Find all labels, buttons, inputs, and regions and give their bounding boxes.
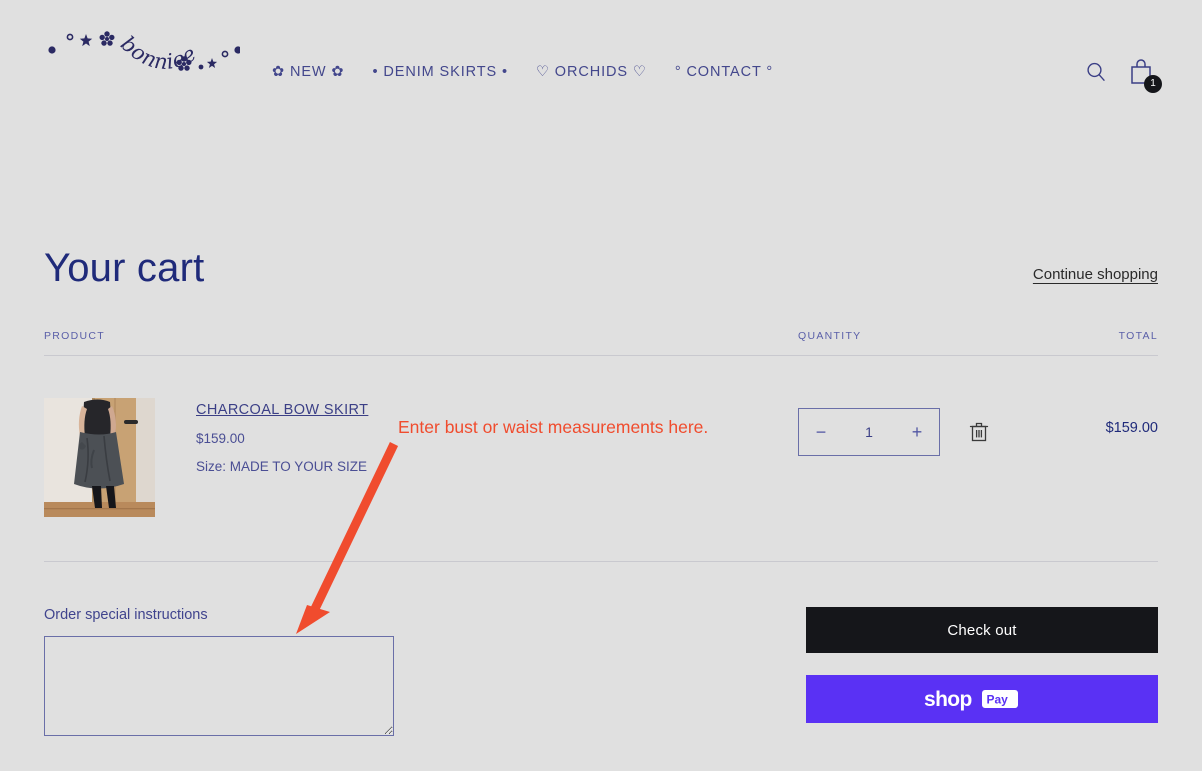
cart-count-badge: 1 xyxy=(1144,75,1162,93)
trash-icon[interactable] xyxy=(969,421,989,443)
column-header-quantity: QUANTITY xyxy=(798,330,862,342)
cart-page: Your cart Continue shopping PRODUCT QUAN… xyxy=(0,120,1202,736)
product-variant: Size: MADE TO YOUR SIZE xyxy=(196,459,368,474)
order-notes-block: Order special instructions xyxy=(44,607,396,736)
header-actions: 1 xyxy=(1084,58,1162,93)
quantity-input[interactable] xyxy=(843,423,895,441)
quantity-decrease-button[interactable]: − xyxy=(799,409,843,455)
nav-new[interactable]: ✿ NEW ✿ xyxy=(272,64,359,80)
site-header: bonniee ✿ NEW ✿ • DENIM SKIRTS • ♡ ORCHI… xyxy=(0,0,1202,120)
product-unit-price: $159.00 xyxy=(196,431,245,446)
page-title: Your cart xyxy=(44,246,205,290)
svg-text:Pay: Pay xyxy=(987,693,1009,707)
product-title[interactable]: CHARCOAL BOW SKIRT xyxy=(196,402,368,418)
checkout-button[interactable]: Check out xyxy=(806,607,1158,653)
search-icon[interactable] xyxy=(1084,60,1108,84)
site-logo[interactable]: bonniee xyxy=(40,8,240,90)
column-header-product: PRODUCT xyxy=(44,330,106,342)
product-thumbnail[interactable] xyxy=(44,398,155,517)
product-details: CHARCOAL BOW SKIRT $159.00 Size: MADE TO… xyxy=(196,398,368,474)
checkout-block: Check out shop Pay xyxy=(806,607,1158,723)
cart-item-line-total: $159.00 xyxy=(1105,420,1158,436)
quantity-increase-button[interactable]: + xyxy=(895,409,939,455)
table-row: CHARCOAL BOW SKIRT $159.00 Size: MADE TO… xyxy=(44,356,1158,562)
order-notes-label: Order special instructions xyxy=(44,607,208,623)
cart-items-table: PRODUCT QUANTITY TOTAL CHARCOAL BOW SKIR… xyxy=(44,330,1158,736)
quantity-stepper: − + xyxy=(798,408,940,456)
cart-footer: Order special instructions Check out sho… xyxy=(44,607,1158,736)
cart-header-row: Your cart Continue shopping xyxy=(44,120,1158,288)
cart-item-product-cell: CHARCOAL BOW SKIRT $159.00 Size: MADE TO… xyxy=(44,398,798,517)
nav-orchids[interactable]: ♡ ORCHIDS ♡ xyxy=(522,64,661,80)
shopping-bag-icon[interactable]: 1 xyxy=(1128,58,1162,93)
order-notes-input[interactable] xyxy=(44,636,394,736)
shop-pay-button[interactable]: shop Pay xyxy=(806,675,1158,723)
cart-item-quantity-cell: − + xyxy=(798,398,1048,456)
column-header-total: TOTAL xyxy=(1118,330,1158,342)
main-navigation: ✿ NEW ✿ • DENIM SKIRTS • ♡ ORCHIDS ♡ ° C… xyxy=(272,64,787,80)
continue-shopping-link[interactable]: Continue shopping xyxy=(1033,266,1158,283)
nav-contact[interactable]: ° CONTACT ° xyxy=(661,64,787,80)
nav-denim-skirts[interactable]: • DENIM SKIRTS • xyxy=(359,64,522,80)
svg-text:shop: shop xyxy=(924,688,972,711)
cart-table-header: PRODUCT QUANTITY TOTAL xyxy=(44,330,1158,356)
